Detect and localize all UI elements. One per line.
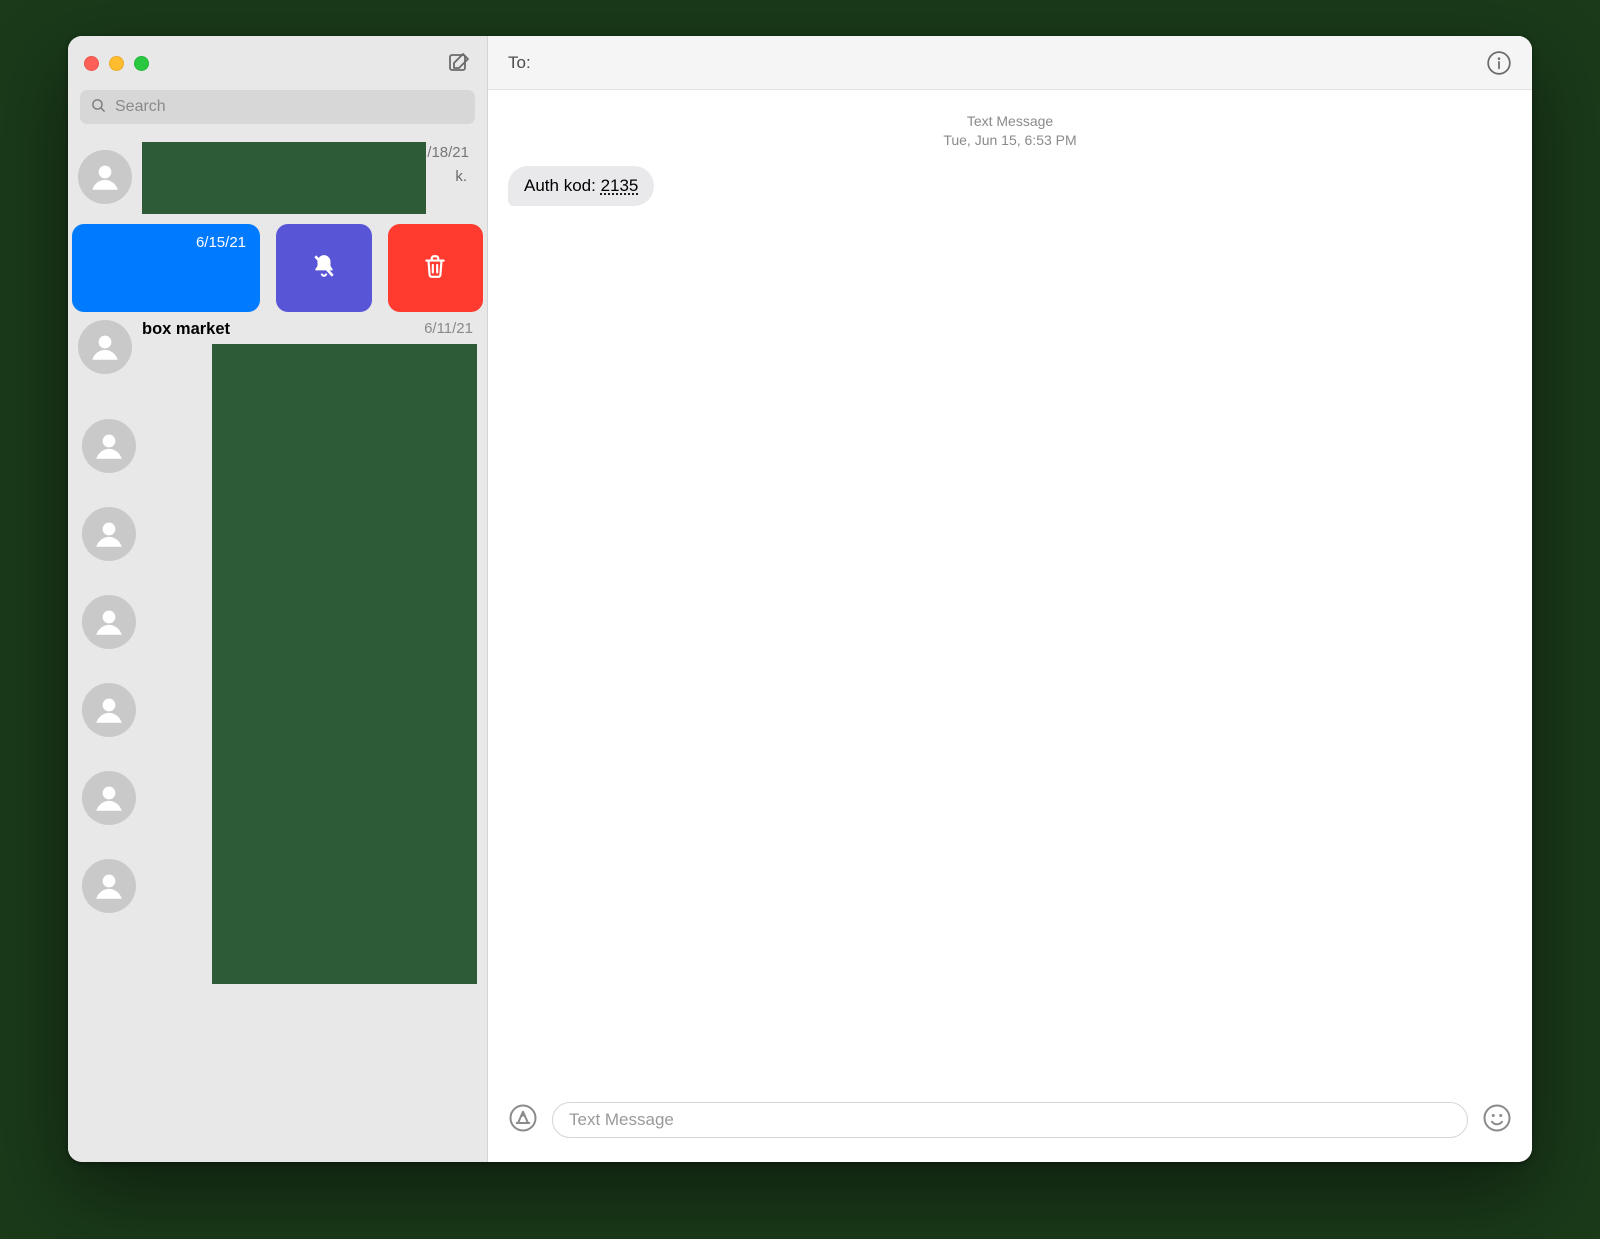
- emoji-button[interactable]: [1482, 1105, 1512, 1135]
- details-button[interactable]: [1486, 50, 1512, 76]
- window-titlebar: [68, 36, 487, 90]
- info-icon: [1486, 61, 1512, 80]
- conversation-date: 6/11/21: [424, 320, 473, 337]
- conversation-row[interactable]: /18/21 k.: [68, 136, 487, 224]
- zoom-window-button[interactable]: [134, 56, 149, 71]
- avatar: [82, 419, 136, 473]
- close-window-button[interactable]: [84, 56, 99, 71]
- message-input[interactable]: [552, 1102, 1468, 1138]
- conversation-header: To:: [488, 36, 1532, 90]
- redacted-block: [212, 344, 477, 984]
- redacted-block: [142, 142, 426, 214]
- message-thread[interactable]: Text Message Tue, Jun 15, 6:53 PM Auth k…: [488, 90, 1532, 1092]
- mute-button[interactable]: [276, 224, 372, 312]
- conversation-preview: k.: [455, 168, 467, 185]
- redacted-conversations: [68, 344, 487, 984]
- message-timestamp: Tue, Jun 15, 6:53 PM: [508, 131, 1512, 150]
- to-label: To:: [508, 53, 531, 73]
- avatar: [82, 683, 136, 737]
- appstore-icon: [508, 1103, 538, 1137]
- conversation-pane: To: Text Message Tue, Jun 15, 6:53 PM Au…: [488, 36, 1532, 1162]
- conversation-date: /18/21: [427, 144, 469, 161]
- avatar: [82, 507, 136, 561]
- minimize-window-button[interactable]: [109, 56, 124, 71]
- search-field[interactable]: [80, 90, 475, 124]
- conversation-card-selected[interactable]: 6/15/21: [72, 224, 260, 312]
- avatar: [82, 859, 136, 913]
- thread-meta: Text Message Tue, Jun 15, 6:53 PM: [508, 112, 1512, 150]
- delete-button[interactable]: [388, 224, 484, 312]
- mute-icon: [311, 253, 337, 283]
- message-text-prefix: Auth kod:: [524, 176, 601, 195]
- smiley-icon: [1482, 1103, 1512, 1137]
- trash-icon: [422, 253, 448, 283]
- avatar: [82, 771, 136, 825]
- message-composer: [488, 1092, 1532, 1162]
- traffic-lights: [84, 56, 149, 71]
- conversation-row-swiped[interactable]: 6/15/21: [68, 224, 487, 312]
- search-icon: [90, 97, 107, 118]
- conversation-title: box market: [142, 320, 230, 338]
- messages-window: /18/21 k. 6/15/21: [68, 36, 1532, 1162]
- message-code: 2135: [601, 176, 639, 195]
- compose-icon[interactable]: [447, 51, 471, 75]
- message-kind-label: Text Message: [508, 112, 1512, 131]
- sidebar: /18/21 k. 6/15/21: [68, 36, 488, 1162]
- conversation-row[interactable]: box market 6/11/21: [68, 312, 487, 344]
- avatar: [82, 595, 136, 649]
- apps-button[interactable]: [508, 1105, 538, 1135]
- avatar: [78, 150, 132, 204]
- conversation-date: 6/15/21: [196, 234, 246, 251]
- incoming-message-bubble[interactable]: Auth kod: 2135: [508, 166, 654, 206]
- conversation-list: /18/21 k. 6/15/21: [68, 136, 487, 1162]
- search-input[interactable]: [115, 98, 465, 116]
